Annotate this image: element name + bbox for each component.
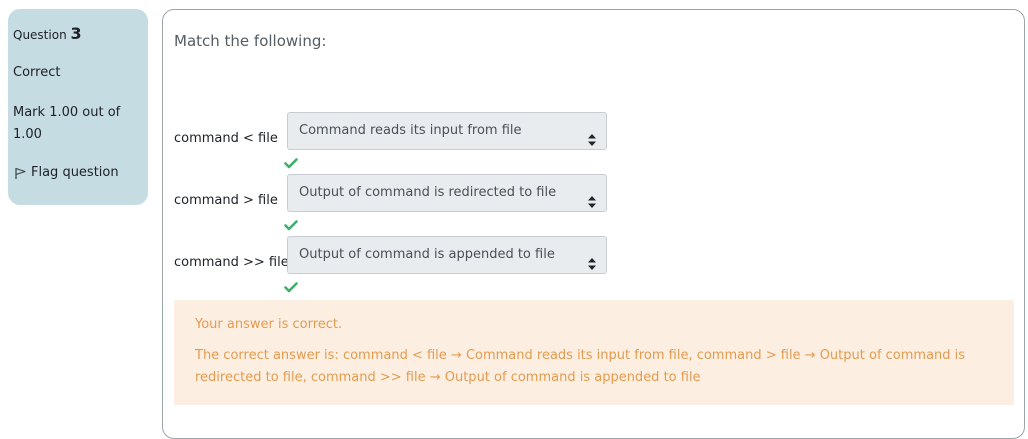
sort-caret-icon	[588, 125, 596, 161]
flag-question-button[interactable]: Flag question	[13, 164, 143, 182]
question-number-value: 3	[70, 24, 82, 43]
match-row: command >> file Output of command is app…	[174, 235, 614, 295]
check-icon	[284, 216, 298, 235]
answer-select-value: Output of command is appended to file	[299, 247, 555, 262]
question-number: Question 3	[13, 25, 143, 44]
answer-select-value: Command reads its input from file	[299, 123, 522, 138]
match-stem: command > file	[174, 193, 278, 208]
answer-select[interactable]: Output of command is redirected to file	[287, 174, 607, 212]
match-stem: command >> file	[174, 255, 289, 270]
check-icon	[284, 278, 298, 297]
question-label: Question	[13, 28, 67, 42]
match-row: command < file Command reads its input f…	[174, 111, 614, 171]
question-info-panel: Question 3 Correct Mark 1.00 out of 1.00…	[8, 9, 148, 205]
feedback-verdict: Your answer is correct.	[195, 317, 343, 332]
feedback-panel: Your answer is correct. The correct answ…	[174, 300, 1014, 405]
match-row: command > file Output of command is redi…	[174, 173, 614, 233]
question-text: Match the following:	[174, 32, 327, 50]
answer-select[interactable]: Output of command is appended to file	[287, 236, 607, 274]
sort-caret-icon	[588, 187, 596, 223]
sort-caret-icon	[588, 249, 596, 285]
flag-icon	[13, 166, 27, 180]
answer-select[interactable]: Command reads its input from file	[287, 112, 607, 150]
match-stem: command < file	[174, 131, 278, 146]
flag-question-label: Flag question	[31, 165, 119, 180]
question-state: Correct	[13, 65, 61, 80]
right-answer: The correct answer is: command < file → …	[195, 348, 966, 385]
answer-select-value: Output of command is redirected to file	[299, 185, 557, 200]
check-icon	[284, 154, 298, 173]
question-content: Match the following: command < file Comm…	[162, 9, 1025, 439]
question-grade: Mark 1.00 out of 1.00	[13, 105, 121, 142]
